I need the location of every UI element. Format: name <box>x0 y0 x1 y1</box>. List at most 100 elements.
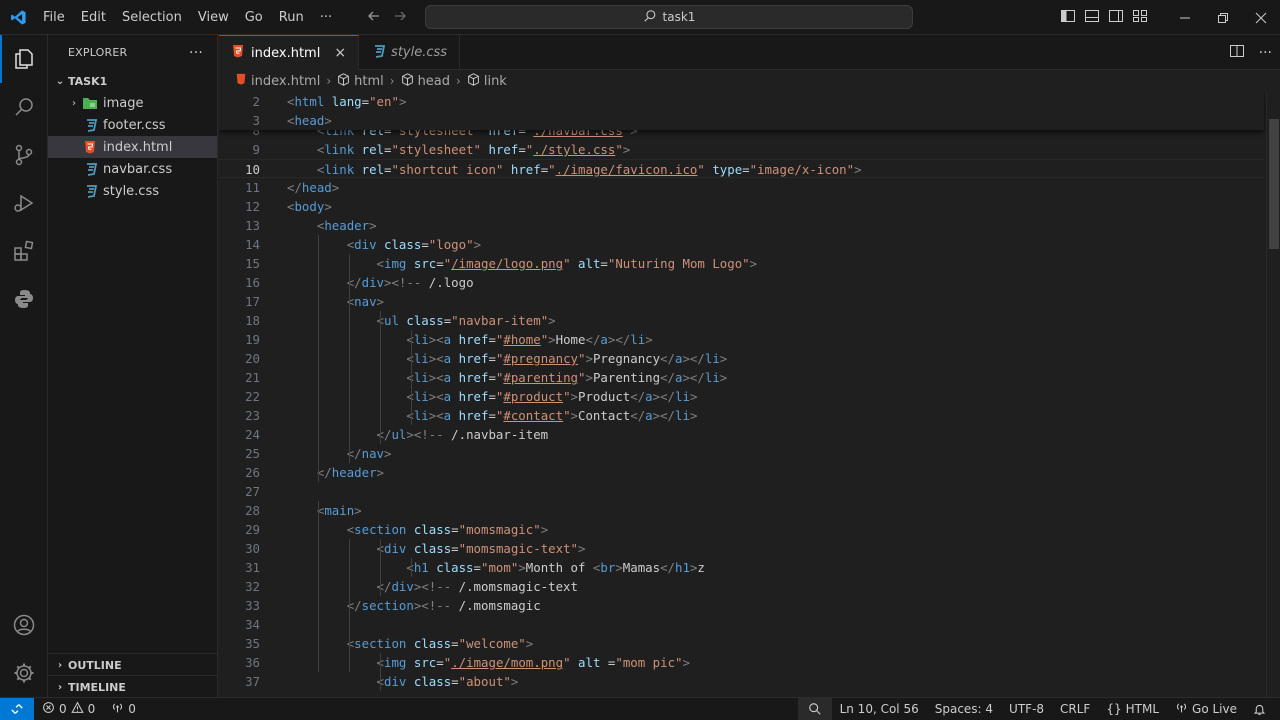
explorer-icon[interactable] <box>0 35 48 83</box>
tree-item-style-css[interactable]: style.css <box>48 180 217 202</box>
code-line[interactable]: 37 <div class="about"> <box>219 672 1264 691</box>
menu-selection[interactable]: Selection <box>114 0 190 35</box>
code-line[interactable]: 13 <header> <box>219 216 1264 235</box>
code-line[interactable]: 18 <ul class="navbar-item"> <box>219 311 1264 330</box>
code-text: </section><!-- /.momsmagic <box>346 598 541 613</box>
menu-go[interactable]: Go <box>237 0 271 35</box>
encoding[interactable]: UTF-8 <box>1001 698 1052 720</box>
code-line[interactable]: 12 <body> <box>219 197 1264 216</box>
run-debug-icon[interactable] <box>0 179 48 227</box>
toggle-panel-icon[interactable] <box>1084 8 1100 28</box>
split-editor-icon[interactable] <box>1229 43 1245 63</box>
explorer-more-button[interactable]: ··· <box>189 45 203 61</box>
code-line[interactable]: 21 <li><a href="#parenting">Parenting</a… <box>219 368 1264 387</box>
code-line[interactable]: 29 <section class="momsmagic"> <box>219 520 1264 539</box>
timeline-section[interactable]: › TIMELINE <box>48 675 218 698</box>
breadcrumb-file[interactable]: index.html <box>251 74 320 89</box>
ports-indicator[interactable]: 0 <box>103 698 144 720</box>
workspace-root[interactable]: ⌄ TASK1 <box>48 70 217 92</box>
menu-file[interactable]: File <box>35 0 73 35</box>
command-center[interactable]: task1 <box>425 5 913 29</box>
minimize-icon[interactable] <box>1166 0 1204 35</box>
line-number: 35 <box>245 636 260 651</box>
indent-guide <box>349 254 350 463</box>
line-number: 11 <box>245 180 260 195</box>
line-number: 12 <box>245 199 260 214</box>
accounts-icon[interactable] <box>0 601 48 649</box>
code-line[interactable]: 24 </ul><!-- /.navbar-item <box>219 425 1264 444</box>
code-line[interactable]: 16 </div><!-- /.logo <box>219 273 1264 292</box>
scrollbar-thumb[interactable] <box>1269 119 1279 249</box>
code-line[interactable]: 33 </section><!-- /.momsmagic <box>219 596 1264 615</box>
code-line[interactable]: 19 <li><a href="#home">Home</a></li> <box>219 330 1264 349</box>
problems-indicator[interactable]: 0 0 <box>34 698 103 720</box>
menu-run[interactable]: Run <box>271 0 312 35</box>
tree-item-index-html[interactable]: index.html <box>48 136 217 158</box>
breadcrumb-head[interactable]: head <box>418 74 450 89</box>
menu-edit[interactable]: Edit <box>73 0 114 35</box>
indent-guide <box>318 235 319 482</box>
code-line[interactable]: 2 <html lang="en"> <box>219 92 1264 111</box>
search-activity-icon[interactable] <box>0 83 48 131</box>
breadcrumb-html[interactable]: html <box>354 74 384 89</box>
code-line[interactable]: 11 </head> <box>219 178 1264 197</box>
menu-view[interactable]: View <box>190 0 237 35</box>
arrow-left-icon[interactable] <box>366 8 382 28</box>
code-line[interactable]: 10 <link rel="shortcut icon" href="./ima… <box>219 159 1264 178</box>
toggle-primary-sidebar-icon[interactable] <box>1060 8 1076 28</box>
zoom-icon[interactable] <box>797 698 832 720</box>
code-line[interactable]: 36 <img src="./image/mom.png" alt ="mom … <box>219 653 1264 672</box>
restore-icon[interactable] <box>1204 0 1242 35</box>
line-ending[interactable]: CRLF <box>1052 698 1098 720</box>
search-icon <box>643 9 657 26</box>
code-line[interactable]: 30 <div class="momsmagic-text"> <box>219 539 1264 558</box>
extensions-icon[interactable] <box>0 227 48 275</box>
notifications-bell-icon[interactable] <box>1245 698 1274 720</box>
menu-more[interactable]: ··· <box>312 0 340 35</box>
language-mode[interactable]: {} HTML <box>1098 698 1167 720</box>
toggle-secondary-sidebar-icon[interactable] <box>1108 8 1124 28</box>
line-number: 2 <box>252 94 260 109</box>
code-line[interactable]: 31 <h1 class="mom">Month of <br>Mamas</h… <box>219 558 1264 577</box>
code-line[interactable]: 20 <li><a href="#pregnancy">Pregnancy</a… <box>219 349 1264 368</box>
code-line[interactable]: 27 <box>219 482 1264 501</box>
go-live-button[interactable]: Go Live <box>1167 698 1245 720</box>
breadcrumb-link[interactable]: link <box>484 74 507 89</box>
outline-section[interactable]: › OUTLINE <box>48 653 218 676</box>
remote-indicator-icon[interactable] <box>0 698 34 720</box>
close-tab-icon[interactable]: × <box>334 45 346 61</box>
code-line[interactable]: 22 <li><a href="#product">Product</a></l… <box>219 387 1264 406</box>
tab-index-html[interactable]: index.html × <box>219 35 360 70</box>
python-icon[interactable] <box>0 275 48 323</box>
code-line[interactable]: 3 <head> <box>219 111 1264 130</box>
indentation[interactable]: Spaces: 4 <box>927 698 1001 720</box>
code-editor[interactable]: 2 <html lang="en"> 3 <head> 8 <link rel="st… <box>219 92 1280 697</box>
code-line[interactable]: 32 </div><!-- /.momsmagic-text <box>219 577 1264 596</box>
tree-item-image-folder[interactable]: › image <box>48 92 217 114</box>
sticky-scroll[interactable]: 2 <html lang="en"> 3 <head> <box>219 92 1264 130</box>
code-line[interactable]: 23 <li><a href="#contact">Contact</a></l… <box>219 406 1264 425</box>
more-actions-icon[interactable]: ··· <box>1259 45 1272 61</box>
line-number: 3 <box>252 113 260 128</box>
code-line[interactable]: 14 <div class="logo"> <box>219 235 1264 254</box>
close-window-icon[interactable] <box>1242 0 1280 35</box>
code-line[interactable]: 26 </header> <box>219 463 1264 482</box>
code-line[interactable]: 28 <main> <box>219 501 1264 520</box>
line-number: 18 <box>245 313 260 328</box>
customize-layout-icon[interactable] <box>1132 8 1148 28</box>
code-line[interactable]: 17 <nav> <box>219 292 1264 311</box>
code-line[interactable]: 25 </nav> <box>219 444 1264 463</box>
tab-style-css[interactable]: style.css <box>359 35 461 70</box>
code-line[interactable]: 35 <section class="welcome"> <box>219 634 1264 653</box>
cursor-position[interactable]: Ln 10, Col 56 <box>832 698 927 720</box>
settings-gear-icon[interactable] <box>0 649 48 697</box>
code-line[interactable]: 9 <link rel="stylesheet" href="./style.c… <box>219 140 1264 159</box>
tree-item-footer-css[interactable]: footer.css <box>48 114 217 136</box>
code-line[interactable]: 34 <box>219 615 1264 634</box>
vertical-scrollbar[interactable] <box>1266 92 1280 697</box>
code-text: <main> <box>316 503 362 518</box>
arrow-right-icon[interactable] <box>392 8 408 28</box>
source-control-icon[interactable] <box>0 131 48 179</box>
tree-item-navbar-css[interactable]: navbar.css <box>48 158 217 180</box>
code-line[interactable]: 15 <img src="/image/logo.png" alt="Nutur… <box>219 254 1264 273</box>
